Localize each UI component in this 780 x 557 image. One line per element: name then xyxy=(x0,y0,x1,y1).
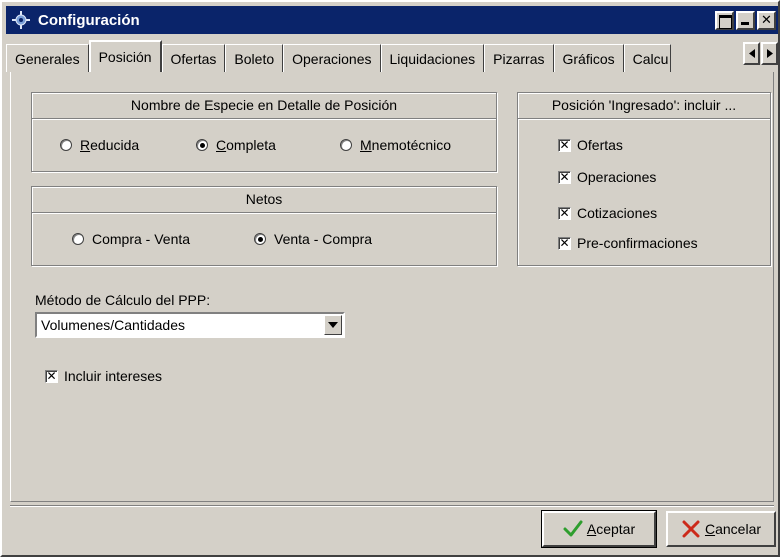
ingresado-groupbox: Posición 'Ingresado': incluir ... ✕ Ofer… xyxy=(517,92,771,266)
checkbox-checked: ✕ xyxy=(558,137,571,152)
checkbox-label: Operaciones xyxy=(577,169,657,185)
netos-groupbox: Netos Compra - Venta Venta - Compra xyxy=(31,186,497,266)
checkbox-operaciones[interactable]: ✕ Operaciones xyxy=(558,169,656,185)
arrow-right-icon xyxy=(766,49,773,58)
checkbox-cotizaciones[interactable]: ✕ Cotizaciones xyxy=(558,205,657,221)
tab-calculo[interactable]: Calcu xyxy=(623,44,672,72)
divider xyxy=(32,118,496,120)
label-rest: ceptar xyxy=(596,521,636,537)
checkbox-ofertas[interactable]: ✕ Ofertas xyxy=(558,137,623,153)
ppp-method-select[interactable]: Volumenes/Cantidades xyxy=(35,312,345,338)
label-rest: nemotécnico xyxy=(371,137,452,153)
mnemonic: C xyxy=(704,521,716,537)
radio-mnemotecnico[interactable]: Mnemotécnico xyxy=(340,137,451,153)
label-rest: ompleta xyxy=(226,137,276,153)
tab-pizarras[interactable]: Pizarras xyxy=(484,44,554,72)
x-icon xyxy=(682,520,700,538)
tab-label: Liquidaciones xyxy=(389,50,476,67)
maximize-button[interactable] xyxy=(715,10,734,30)
minimize-button[interactable] xyxy=(736,10,755,30)
ppp-method-value: Volumenes/Cantidades xyxy=(41,317,185,333)
tab-label: Generales xyxy=(15,50,80,67)
checkbox-pre-confirmaciones[interactable]: ✕ Pre-confirmaciones xyxy=(558,235,698,251)
chevron-down-icon xyxy=(328,322,338,328)
tab-label: Operaciones xyxy=(292,50,372,67)
cancel-label: Cancelar xyxy=(705,521,761,537)
radio-compra-venta[interactable]: Compra - Venta xyxy=(72,231,190,247)
tab-graficos[interactable]: Gráficos xyxy=(553,44,624,72)
tab-label: Pizarras xyxy=(493,50,545,67)
accept-label: Aceptar xyxy=(587,521,635,537)
check-icon xyxy=(563,520,583,537)
label-rest: educida xyxy=(90,137,140,153)
radio-reducida[interactable]: Reducida xyxy=(60,137,139,153)
window-title: Configuración xyxy=(38,11,140,29)
radio-completa[interactable]: Completa xyxy=(196,137,276,153)
checkbox-checked: ✕ xyxy=(558,169,571,184)
radio-circle xyxy=(60,139,72,151)
mnemonic: A xyxy=(586,521,597,537)
tab-label: Ofertas xyxy=(170,50,217,67)
dropdown-button[interactable] xyxy=(324,315,342,335)
checkbox-label: Pre-confirmaciones xyxy=(577,235,698,251)
cancel-button[interactable]: Cancelar xyxy=(666,511,776,547)
tab-scroll-right-button[interactable] xyxy=(761,42,778,65)
ppp-label: Método de Cálculo del PPP: xyxy=(35,292,211,308)
mnemonic: C xyxy=(216,137,227,153)
ingresado-group-title: Posición 'Ingresado': incluir ... xyxy=(551,97,737,113)
accept-button-inner: Aceptar xyxy=(556,517,642,541)
checkbox-label: Cotizaciones xyxy=(577,205,658,221)
radio-circle xyxy=(340,139,352,151)
netos-group-title: Netos xyxy=(245,191,283,207)
accept-button[interactable]: Aceptar xyxy=(541,510,657,548)
tab-boleto[interactable]: Boleto xyxy=(225,44,284,72)
radio-venta-compra[interactable]: Venta - Compra xyxy=(254,231,372,247)
tab-ofertas[interactable]: Ofertas xyxy=(161,44,226,72)
configuracion-window: Configuración Generales Posición Ofertas… xyxy=(0,0,780,557)
checkbox-checked: ✕ xyxy=(558,205,571,220)
label-rest: ancelar xyxy=(715,521,762,537)
tab-scroll-left-button[interactable] xyxy=(743,42,760,65)
tab-scroll-controls xyxy=(743,42,778,65)
radio-label: Venta - Compra xyxy=(274,231,373,247)
divider xyxy=(32,212,496,214)
tab-posicion[interactable]: Posición xyxy=(88,40,162,72)
tab-label: Boleto xyxy=(234,50,275,67)
radio-circle-selected xyxy=(254,233,266,245)
radio-label: Mnemotécnico xyxy=(360,137,451,153)
divider xyxy=(518,118,770,120)
gear-icon xyxy=(10,9,32,31)
checkbox-incluir-intereses[interactable]: ✕ Incluir intereses xyxy=(45,368,162,384)
mnemonic: R xyxy=(80,137,91,153)
tab-label: Calcu xyxy=(632,50,669,67)
tab-label: Posición xyxy=(98,49,152,65)
tab-label: Gráficos xyxy=(562,50,615,67)
mnemonic: M xyxy=(360,137,372,153)
close-button[interactable] xyxy=(757,10,776,30)
tab-strip: Generales Posición Ofertas Boleto Operac… xyxy=(6,40,778,72)
especie-group-title: Nombre de Especie en Detalle de Posición xyxy=(130,97,398,113)
checkbox-label: Incluir intereses xyxy=(64,368,163,384)
radio-label: Compra - Venta xyxy=(92,231,191,247)
checkbox-checked: ✕ xyxy=(558,235,571,250)
tab-generales[interactable]: Generales xyxy=(6,44,89,72)
tab-liquidaciones[interactable]: Liquidaciones xyxy=(380,44,485,72)
arrow-left-icon xyxy=(748,49,755,58)
checkbox-label: Ofertas xyxy=(577,137,623,153)
checkbox-checked: ✕ xyxy=(45,368,58,383)
radio-label: Reducida xyxy=(80,137,139,153)
radio-circle xyxy=(72,233,84,245)
footer-divider xyxy=(10,505,774,507)
title-bar[interactable]: Configuración xyxy=(6,6,778,34)
cancel-button-inner: Cancelar xyxy=(674,517,768,541)
radio-circle-selected xyxy=(196,139,208,151)
radio-label: Completa xyxy=(216,137,276,153)
tab-panel-posicion: Nombre de Especie en Detalle de Posición… xyxy=(10,72,774,502)
tab-operaciones[interactable]: Operaciones xyxy=(283,44,381,72)
especie-groupbox: Nombre de Especie en Detalle de Posición… xyxy=(31,92,497,172)
